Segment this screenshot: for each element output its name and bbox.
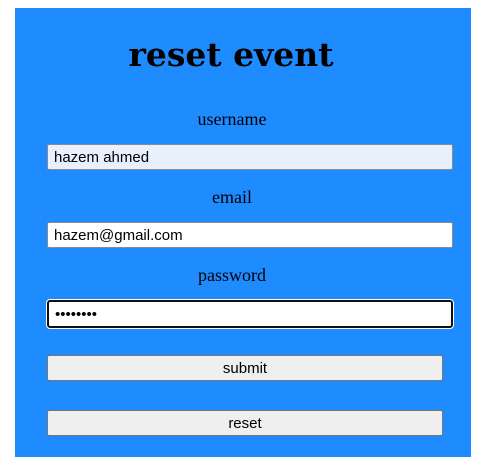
email-input[interactable] [47,222,453,248]
username-input[interactable] [47,144,453,170]
reset-button[interactable]: reset [47,410,443,436]
email-label: email [212,187,252,207]
username-label: username [197,109,267,129]
password-input[interactable] [46,299,454,329]
form-title: reset event [128,35,334,74]
password-label: password [198,265,266,285]
submit-button[interactable]: submit [47,355,443,381]
